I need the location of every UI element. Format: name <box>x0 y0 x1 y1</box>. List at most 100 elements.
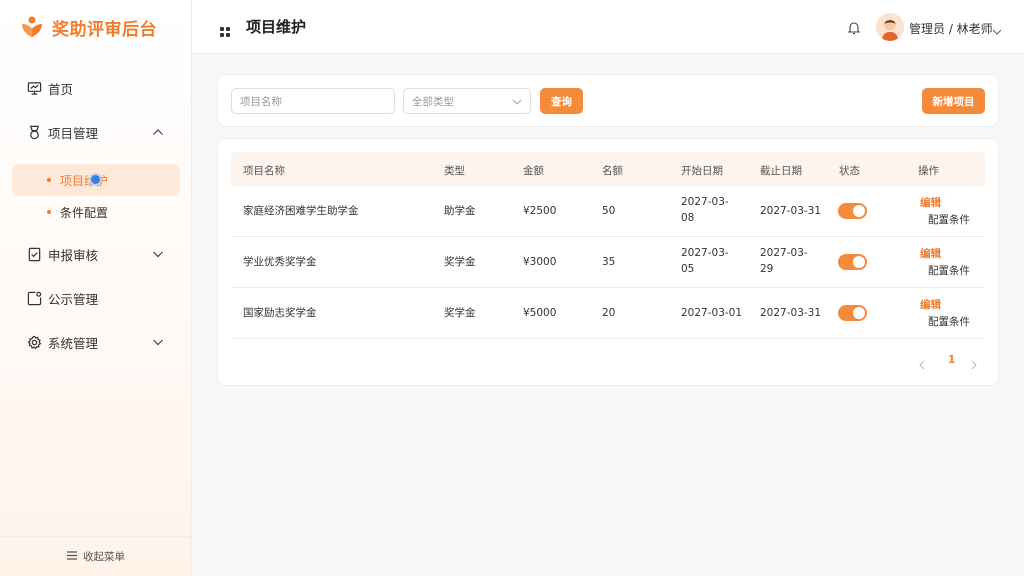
menu-lines-icon <box>67 550 77 563</box>
edit-link[interactable]: 编辑 <box>920 195 941 210</box>
type-cell: 助学金 <box>444 205 476 217</box>
chevron-up-icon <box>152 126 164 138</box>
config-conditions-link[interactable]: 配置条件 <box>928 212 970 227</box>
app-title: 奖助评审后台 <box>52 19 157 40</box>
search-panel: 项目名称 全部类型 查询 新增项目 <box>217 74 999 127</box>
sidebar-subitem-project-maintenance[interactable]: 项目维护 <box>12 164 180 196</box>
quota-cell: 50 <box>602 205 616 217</box>
check-doc-icon <box>26 246 42 262</box>
logo-icon <box>20 15 44 39</box>
sidebar-subitem-condition-config[interactable]: 条件配置 <box>12 196 180 228</box>
toggle-knob <box>853 307 865 319</box>
chevron-down-icon <box>152 248 164 260</box>
date-line: 2027-03- <box>681 196 729 208</box>
page-title: 项目维护 <box>246 18 307 36</box>
sidebar-item-project-management[interactable]: 项目管理 <box>0 112 192 152</box>
chevron-down-icon <box>152 336 164 348</box>
table-row: 学业优秀奖学金 奖学金 ¥3000 35 2027-03- 05 2027-03… <box>231 237 985 288</box>
end-date-cell: 2027-03-31 <box>760 307 822 319</box>
status-toggle[interactable] <box>838 203 867 219</box>
type-select[interactable]: 全部类型 <box>403 88 531 114</box>
pagination: 1 <box>918 353 988 370</box>
toggle-knob <box>853 256 865 268</box>
column-header: 名额 <box>602 165 623 177</box>
user-name[interactable]: 管理员 / 林老师 <box>909 20 993 37</box>
avatar[interactable] <box>876 13 904 41</box>
edit-link[interactable]: 编辑 <box>920 297 941 312</box>
project-table: 项目名称 类型 金额 名额 开始日期 截止日期 状态 操作 家庭经济困难学生助学… <box>217 138 999 386</box>
amount-cell: ¥3000 <box>523 256 557 268</box>
page-number-current[interactable]: 1 <box>948 354 955 366</box>
end-date-cell: 2027-03-31 <box>760 205 822 217</box>
type-cell: 奖学金 <box>444 307 476 319</box>
quota-cell: 20 <box>602 307 616 319</box>
app-logo[interactable]: 奖助评审后台 <box>20 14 157 40</box>
date-line: 2027-03- <box>681 247 729 259</box>
start-date-cell: 2027-03- 08 <box>681 194 729 226</box>
column-header: 项目名称 <box>243 165 285 177</box>
sidebar-item-home[interactable]: 首页 <box>0 68 192 108</box>
bullet-dot <box>47 178 51 182</box>
status-toggle[interactable] <box>838 305 867 321</box>
collapse-menu-button[interactable]: 收起菜单 <box>0 536 192 576</box>
config-conditions-link[interactable]: 配置条件 <box>928 263 970 278</box>
column-header: 状态 <box>839 165 860 177</box>
toggle-knob <box>853 205 865 217</box>
column-header: 操作 <box>918 165 939 177</box>
bell-icon[interactable] <box>847 20 861 35</box>
input-placeholder: 项目名称 <box>240 95 282 108</box>
column-header: 金额 <box>523 165 544 177</box>
cursor-indicator-icon <box>89 173 102 186</box>
date-line: 08 <box>681 212 695 224</box>
next-page-icon[interactable] <box>970 355 978 370</box>
add-project-button[interactable]: 新增项目 <box>922 88 985 114</box>
notice-icon <box>26 290 42 306</box>
status-toggle[interactable] <box>838 254 867 270</box>
sidebar-item-application-review[interactable]: 申报审核 <box>0 234 192 274</box>
gear-icon <box>26 334 42 350</box>
chevron-down-icon <box>512 97 522 107</box>
bullet-dot <box>47 210 51 214</box>
prev-page-icon[interactable] <box>918 355 926 370</box>
side-menu: 首页 项目管理 项目维护 条件配置 申报审核 公示管理 系统管理 <box>0 68 192 362</box>
type-cell: 奖学金 <box>444 256 476 268</box>
sidebar-item-label: 申报审核 <box>48 247 99 263</box>
amount-cell: ¥2500 <box>523 205 557 217</box>
date-line: 2027-03- <box>760 247 808 259</box>
project-name-cell: 学业优秀奖学金 <box>243 256 317 268</box>
config-conditions-link[interactable]: 配置条件 <box>928 314 970 329</box>
sidebar: 奖助评审后台 首页 项目管理 项目维护 条件配置 申报审核 公示管理 系统管理 … <box>0 0 192 576</box>
sidebar-item-label: 系统管理 <box>48 335 99 351</box>
date-line: 29 <box>760 263 774 275</box>
table-row: 国家励志奖学金 奖学金 ¥5000 20 2027-03-01 2027-03-… <box>231 288 985 339</box>
column-header: 类型 <box>444 165 465 177</box>
query-button[interactable]: 查询 <box>540 88 583 114</box>
sidebar-item-label: 公示管理 <box>48 291 99 307</box>
sidebar-item-publicity[interactable]: 公示管理 <box>0 278 192 318</box>
sidebar-subitem-label: 条件配置 <box>60 205 109 220</box>
end-date-cell: 2027-03- 29 <box>760 245 808 277</box>
quota-cell: 35 <box>602 256 616 268</box>
grid-icon[interactable] <box>220 22 230 37</box>
presentation-icon <box>26 80 42 96</box>
project-name-input[interactable]: 项目名称 <box>231 88 395 114</box>
table-header: 项目名称 类型 金额 名额 开始日期 截止日期 状态 操作 <box>231 152 985 186</box>
chevron-down-icon[interactable] <box>992 22 1002 35</box>
project-name-cell: 国家励志奖学金 <box>243 307 317 319</box>
sidebar-item-label: 首页 <box>48 81 74 97</box>
date-line: 05 <box>681 263 695 275</box>
column-header: 开始日期 <box>681 165 723 177</box>
top-header: 项目维护 管理员 / 林老师 <box>192 0 1024 54</box>
collapse-menu-label: 收起菜单 <box>83 551 125 563</box>
start-date-cell: 2027-03-01 <box>681 307 743 319</box>
sidebar-item-label: 项目管理 <box>48 125 99 141</box>
edit-link[interactable]: 编辑 <box>920 246 941 261</box>
amount-cell: ¥5000 <box>523 307 557 319</box>
sidebar-item-system-management[interactable]: 系统管理 <box>0 322 192 362</box>
start-date-cell: 2027-03- 05 <box>681 245 729 277</box>
project-name-cell: 家庭经济困难学生助学金 <box>243 205 359 217</box>
select-placeholder: 全部类型 <box>412 95 454 108</box>
table-row: 家庭经济困难学生助学金 助学金 ¥2500 50 2027-03- 08 202… <box>231 186 985 237</box>
column-header: 截止日期 <box>760 165 802 177</box>
medal-icon <box>26 124 42 140</box>
